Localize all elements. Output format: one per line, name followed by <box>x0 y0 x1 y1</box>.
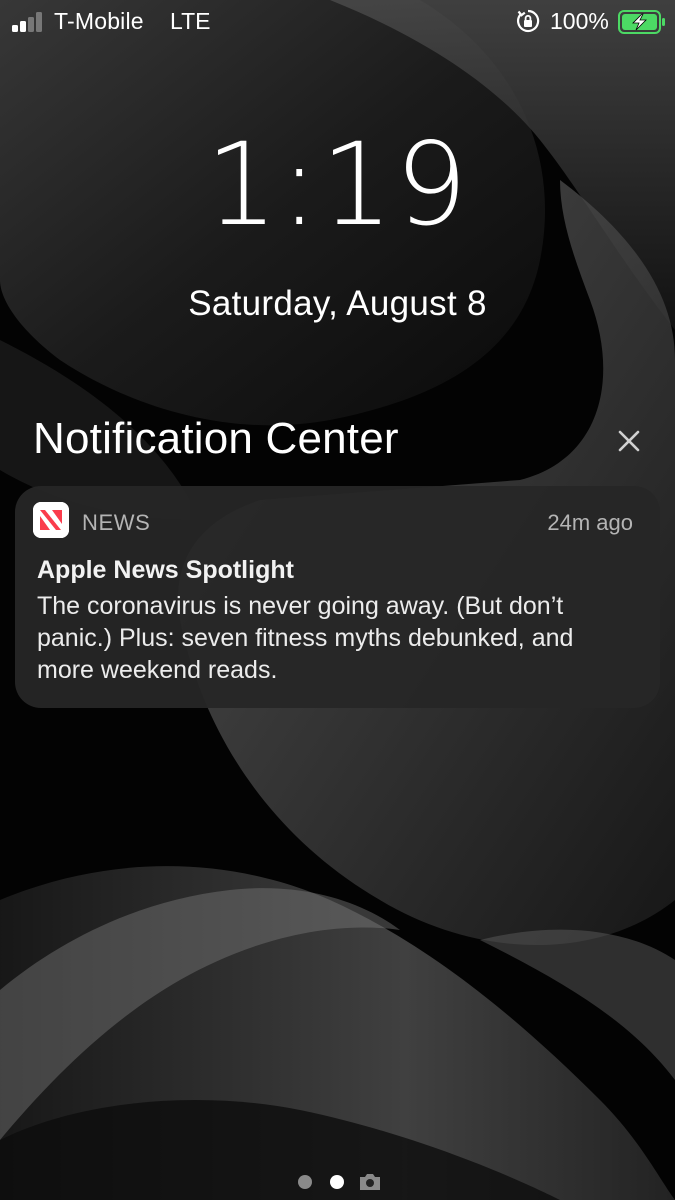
status-bar: T-Mobile LTE 100% <box>0 0 675 44</box>
apple-news-icon <box>33 502 69 538</box>
lock-screen: T-Mobile LTE 100% 1:19 Saturday, August … <box>0 0 675 1200</box>
notification-center-title: Notification Center <box>33 414 399 463</box>
battery-charging-icon <box>618 10 665 34</box>
camera-icon <box>360 1174 380 1190</box>
page-dot-2 <box>330 1175 344 1189</box>
lock-screen-date: Saturday, August 8 <box>188 284 487 323</box>
lock-screen-time: 1:19 <box>205 118 470 251</box>
carrier-name: T-Mobile <box>54 8 144 34</box>
page-indicator <box>298 1172 388 1192</box>
network-type: LTE <box>170 8 211 34</box>
rotation-lock-icon <box>517 9 540 33</box>
notification-time: 24m ago <box>547 510 633 535</box>
notification-card[interactable]: NEWS 24m ago Apple News Spotlight The co… <box>15 486 660 708</box>
close-icon[interactable] <box>612 424 646 458</box>
notification-app-name: NEWS <box>82 510 151 535</box>
signal-icon <box>12 12 46 32</box>
notification-body: The coronavirus is never going away. (Bu… <box>37 592 574 684</box>
battery-percentage: 100% <box>550 8 609 34</box>
notification-title: Apple News Spotlight <box>37 556 294 584</box>
page-dot-1 <box>298 1175 312 1189</box>
